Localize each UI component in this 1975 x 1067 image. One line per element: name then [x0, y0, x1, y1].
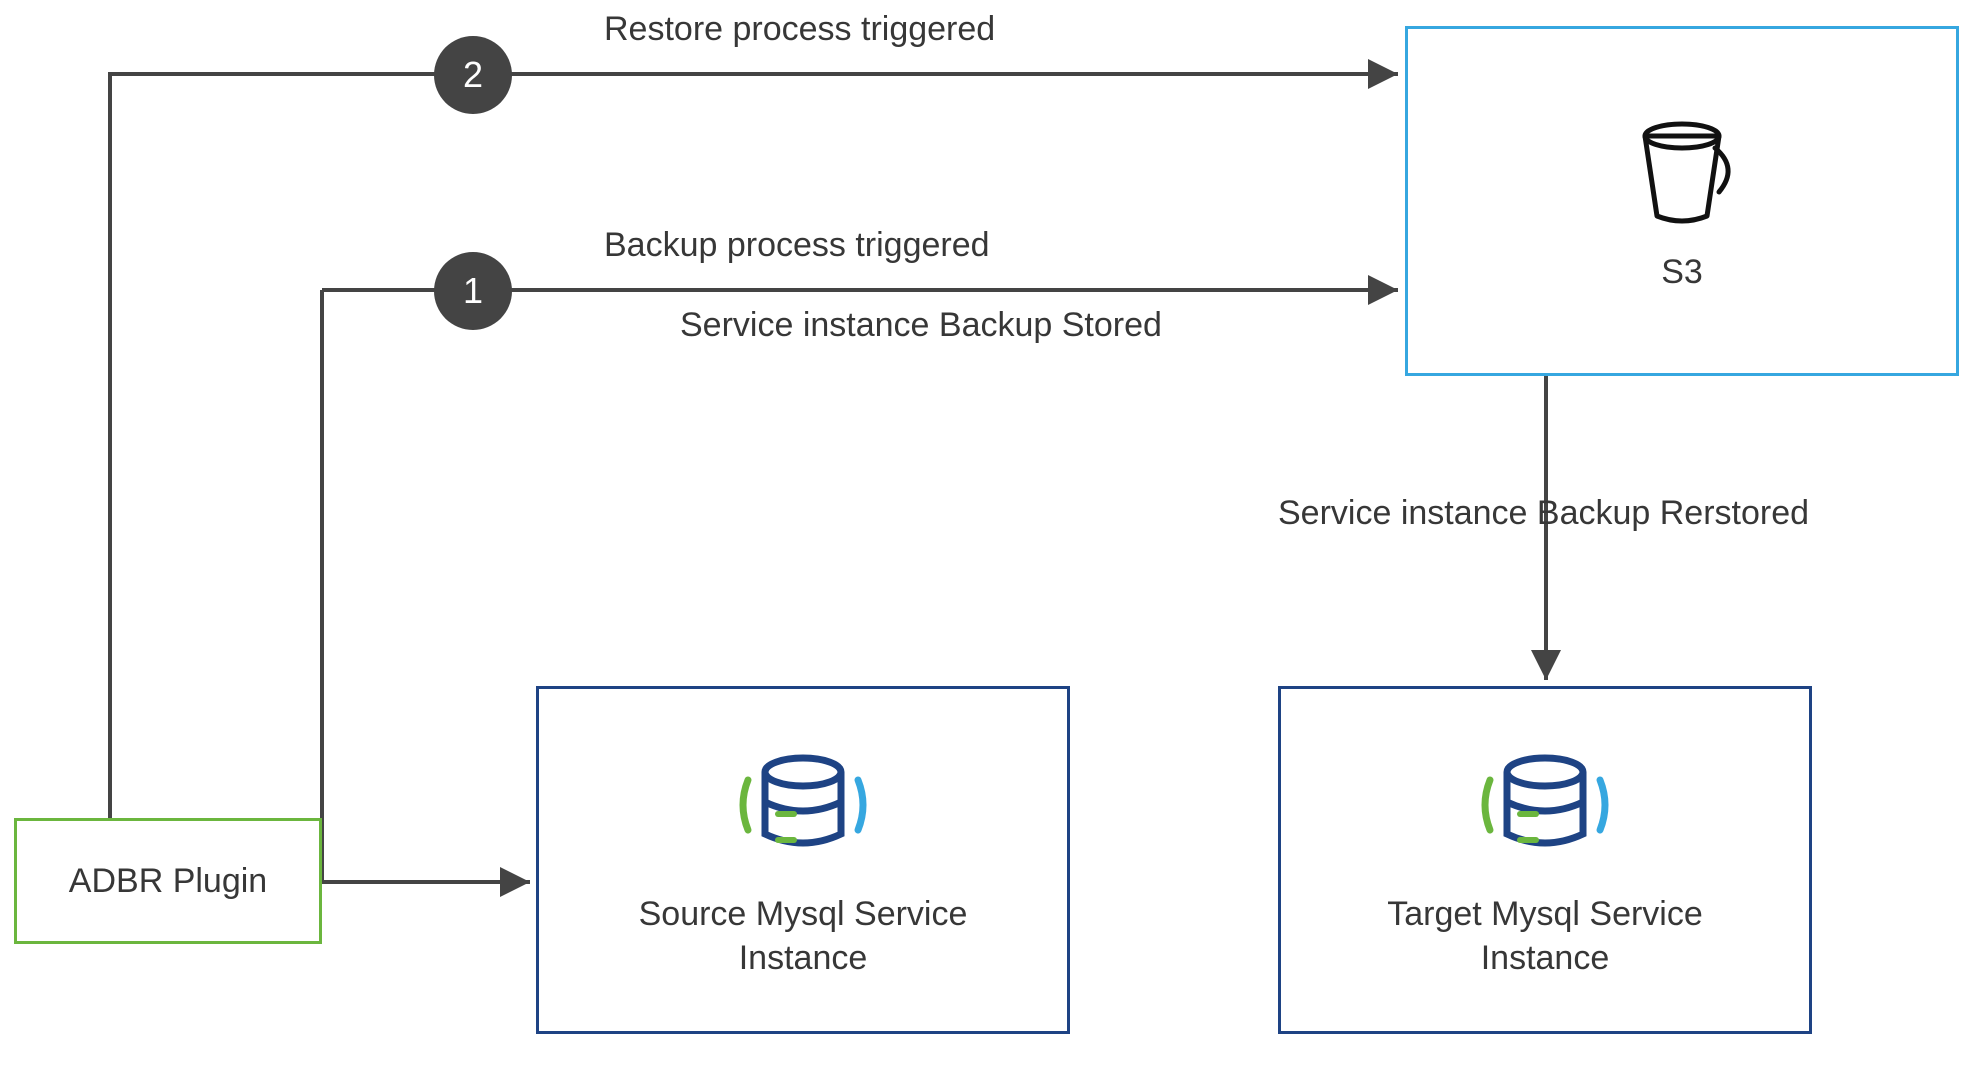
- bucket-icon: [1627, 108, 1737, 228]
- step-badge-1: 1: [434, 252, 512, 330]
- node-adbr-plugin-label: ADBR Plugin: [69, 859, 267, 903]
- edge-label-backup-stored: Service instance Backup Stored: [680, 306, 1162, 345]
- node-source-mysql-label: Source Mysql ServiceInstance: [639, 892, 968, 980]
- edge-label-backup-restored: Service instance Backup Rerstored: [1278, 494, 1809, 533]
- node-s3: S3: [1405, 26, 1959, 376]
- node-target-mysql: Target Mysql ServiceInstance: [1278, 686, 1812, 1034]
- node-target-mysql-label: Target Mysql ServiceInstance: [1387, 892, 1703, 980]
- node-s3-label: S3: [1661, 250, 1703, 294]
- edge-label-restore-trigger: Restore process triggered: [604, 10, 995, 49]
- database-icon: [1470, 740, 1620, 870]
- diagram-canvas: ADBR Plugin S3 Source Mys: [0, 0, 1975, 1067]
- step-badge-2: 2: [434, 36, 512, 114]
- node-adbr-plugin: ADBR Plugin: [14, 818, 322, 944]
- node-source-mysql: Source Mysql ServiceInstance: [536, 686, 1070, 1034]
- edge-label-backup-trigger: Backup process triggered: [604, 226, 990, 265]
- database-icon: [728, 740, 878, 870]
